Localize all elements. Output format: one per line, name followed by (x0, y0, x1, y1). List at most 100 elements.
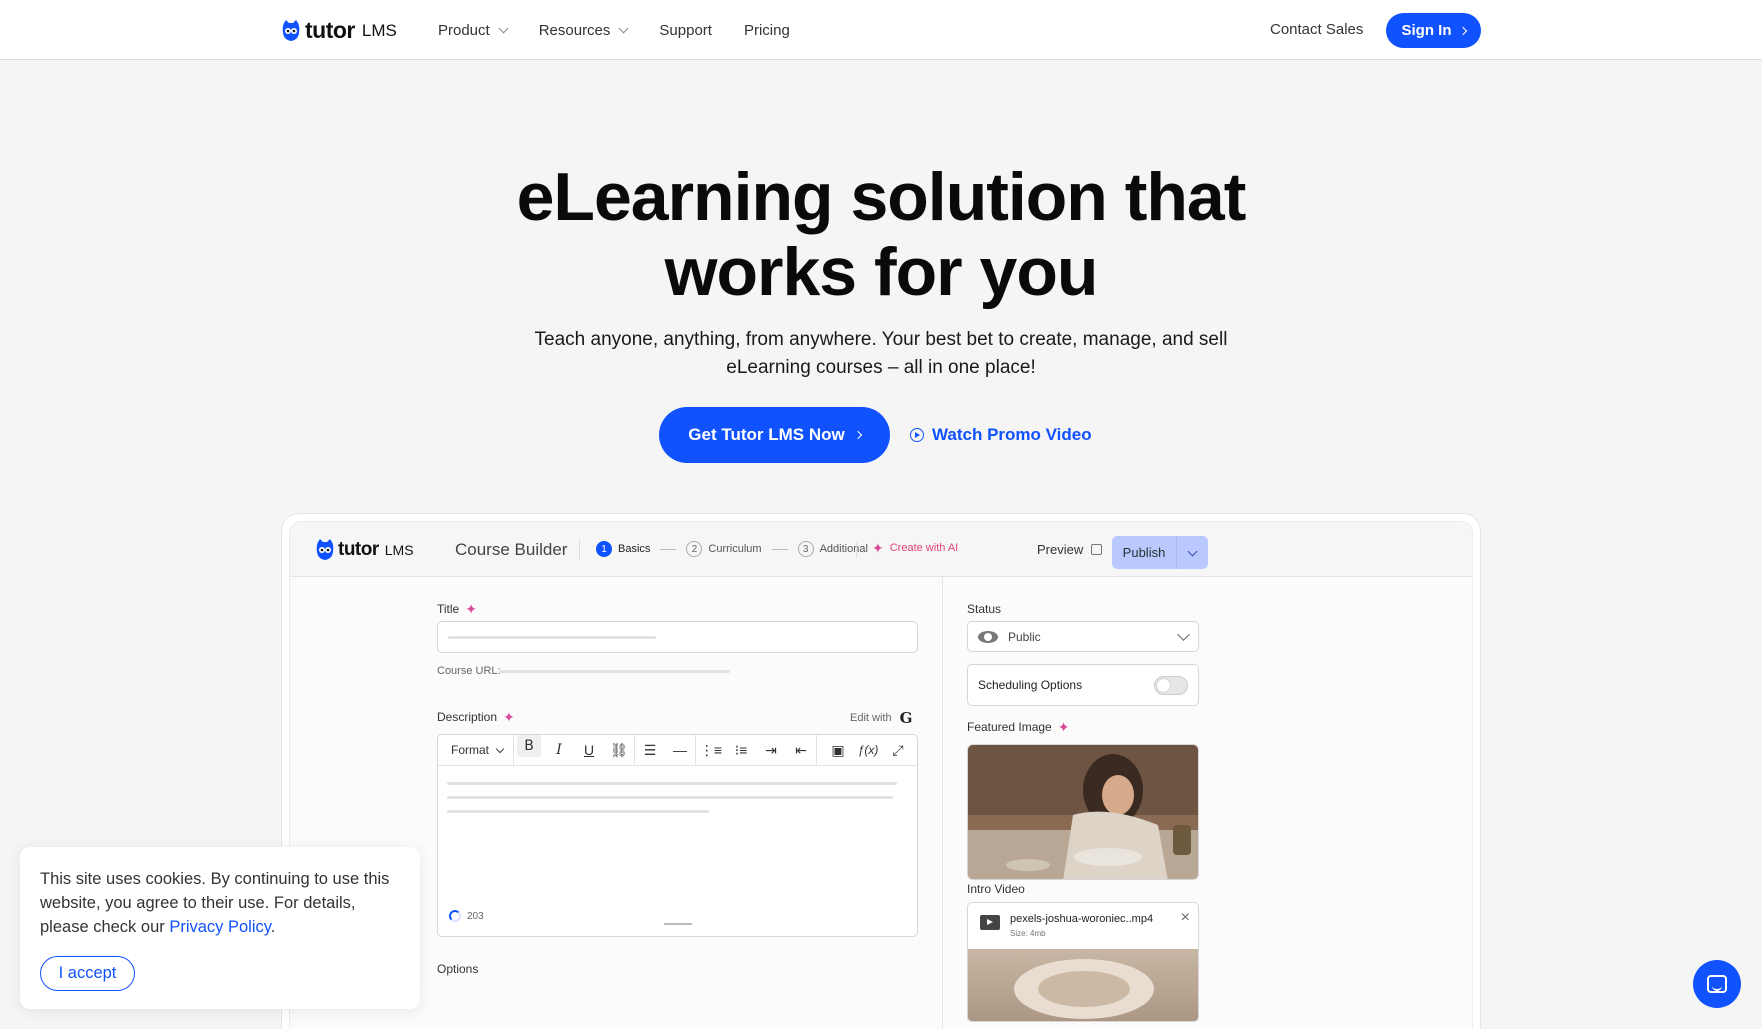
logo-wordmark: tutor (305, 17, 355, 43)
video-thumbnail[interactable] (968, 949, 1198, 1021)
placeholder-line (448, 636, 656, 639)
chevron-right-icon (853, 430, 862, 440)
publish-dropdown-button[interactable] (1177, 536, 1208, 569)
builder-logo: tutor LMS (315, 538, 414, 562)
builder-logo-wordmark: tutor (338, 539, 379, 560)
scheduling-label: Scheduling Options (978, 678, 1083, 692)
eye-icon (978, 630, 998, 643)
step-additional[interactable]: 3 Additional (797, 541, 868, 557)
builder-side-column: Status Public Scheduling Options Feature… (943, 577, 1472, 1029)
chevron-down-icon (1177, 627, 1190, 641)
character-counter: 203 (449, 910, 484, 922)
link-icon[interactable]: ⛓ (604, 735, 634, 765)
intro-video-label: Intro Video (967, 882, 1025, 896)
course-title-input[interactable] (437, 621, 918, 653)
status-select[interactable]: Public (967, 621, 1199, 652)
top-navbar: tutor LMS Product Resources Support Pric… (0, 0, 1762, 60)
fullscreen-icon[interactable]: ⤢ (883, 735, 913, 765)
progress-ring-icon (449, 910, 461, 922)
get-tutor-lms-button[interactable]: Get Tutor LMS Now (659, 407, 890, 463)
privacy-policy-link[interactable]: Privacy Policy (169, 918, 270, 936)
nav-product-label: Product (438, 21, 490, 39)
underline-icon[interactable]: U (574, 735, 604, 765)
sparkle-icon[interactable]: ✦ (1058, 720, 1070, 734)
cookie-banner: This site uses cookies. By continuing to… (20, 847, 420, 1009)
insert-group: ▣ ƒ(x) ⤢ (817, 735, 913, 765)
featured-image[interactable] (967, 744, 1199, 880)
divider (579, 540, 580, 560)
scheduling-toggle[interactable] (1154, 675, 1188, 695)
align-icon[interactable]: ☰ (635, 735, 665, 765)
description-editor[interactable]: Format B I U ⛓ ☰ — ⋮≡ ⁝≡ ⇥ ⇤ ▣ ƒ(x) ⤢ 20… (437, 734, 918, 937)
nav-pricing[interactable]: Pricing (744, 22, 790, 39)
course-builder-preview: tutor LMS Course Builder 1 Basics 2 Curr… (281, 513, 1481, 1029)
nav-product[interactable]: Product (438, 21, 509, 39)
step-label: Curriculum (708, 543, 762, 555)
builder-title: Course Builder (455, 540, 568, 559)
sign-in-button[interactable]: Sign In (1386, 13, 1481, 48)
placeholder-line (447, 796, 893, 799)
formula-icon[interactable]: ƒ(x) (853, 735, 883, 765)
chat-icon (1707, 975, 1727, 993)
status-value: Public (1008, 629, 1041, 644)
step-curriculum[interactable]: 2 Curriculum (686, 541, 762, 557)
promo-label: Watch Promo Video (932, 425, 1092, 444)
options-label: Options (437, 962, 479, 976)
hero-subtitle-line2: eLearning courses – all in one place! (726, 357, 1036, 378)
tutor-logo[interactable]: tutor LMS (281, 17, 397, 44)
format-dropdown[interactable]: Format (438, 735, 515, 765)
hero-subtitle-line1: Teach anyone, anything, from anywhere. Y… (534, 329, 1228, 350)
numbered-list-icon[interactable]: ⁝≡ (726, 735, 756, 765)
image-icon[interactable]: ▣ (823, 735, 853, 765)
indent-icon[interactable]: ⇥ (756, 735, 786, 765)
step-label: Basics (618, 543, 651, 555)
step-number: 3 (797, 541, 814, 557)
chevron-down-icon (498, 23, 509, 33)
sparkle-icon[interactable]: ✦ (465, 602, 477, 616)
pottery-photo (968, 745, 1198, 879)
watch-promo-link[interactable]: Watch Promo Video (910, 425, 1092, 445)
horizontal-rule-icon[interactable]: — (665, 735, 695, 765)
cookie-text: This site uses cookies. By continuing to… (40, 867, 405, 939)
publish-button[interactable]: Publish (1112, 536, 1177, 569)
chat-launcher-button[interactable] (1693, 960, 1741, 1008)
chevron-down-icon (618, 23, 629, 33)
step-connector (771, 548, 788, 550)
step-connector (660, 548, 677, 550)
description-label-text: Description (437, 710, 498, 724)
nav-support[interactable]: Support (659, 22, 712, 39)
contact-sales-link[interactable]: Contact Sales (1270, 21, 1363, 38)
featured-image-label-text: Featured Image (967, 720, 1052, 734)
step-basics[interactable]: 1 Basics (596, 541, 650, 557)
italic-icon[interactable]: I (544, 735, 574, 765)
edit-with-grammarly[interactable]: Edit with G (850, 709, 912, 727)
bullet-list-icon[interactable]: ⋮≡ (696, 735, 726, 765)
cookie-end: . (270, 918, 276, 936)
outdent-icon[interactable]: ⇤ (786, 735, 816, 765)
step-number: 1 (596, 541, 612, 557)
publish-button-group: Publish (1112, 536, 1208, 569)
owl-logo-icon (316, 539, 334, 560)
resize-handle[interactable] (664, 923, 692, 925)
logo-suffix: LMS (361, 20, 397, 40)
description-label: Description ✦ (437, 710, 515, 724)
course-url-placeholder (499, 670, 730, 673)
accept-cookies-button[interactable]: I accept (40, 956, 135, 991)
nav-pricing-label: Pricing (743, 21, 790, 39)
builder-window: tutor LMS Course Builder 1 Basics 2 Curr… (289, 521, 1473, 1029)
chevron-right-icon (1458, 26, 1467, 35)
builder-logo-suffix: LMS (384, 542, 414, 558)
video-filename: pexels-joshua-woroniec..mp4 (1010, 913, 1154, 925)
step-label: Additional (819, 543, 868, 555)
nav-resources[interactable]: Resources (539, 22, 629, 39)
sparkle-icon[interactable]: ✦ (503, 710, 515, 724)
grammarly-icon: G (899, 709, 913, 727)
close-icon[interactable]: × (1181, 909, 1190, 927)
placeholder-line (447, 782, 897, 785)
title-label-text: Title (437, 602, 460, 616)
title-label: Title ✦ (437, 602, 477, 616)
preview-button[interactable]: Preview (1037, 542, 1103, 557)
builder-header: tutor LMS Course Builder 1 Basics 2 Curr… (290, 522, 1472, 577)
create-with-ai-button[interactable]: ✦ Create with AI (872, 541, 958, 555)
bold-icon[interactable]: B (517, 735, 542, 757)
